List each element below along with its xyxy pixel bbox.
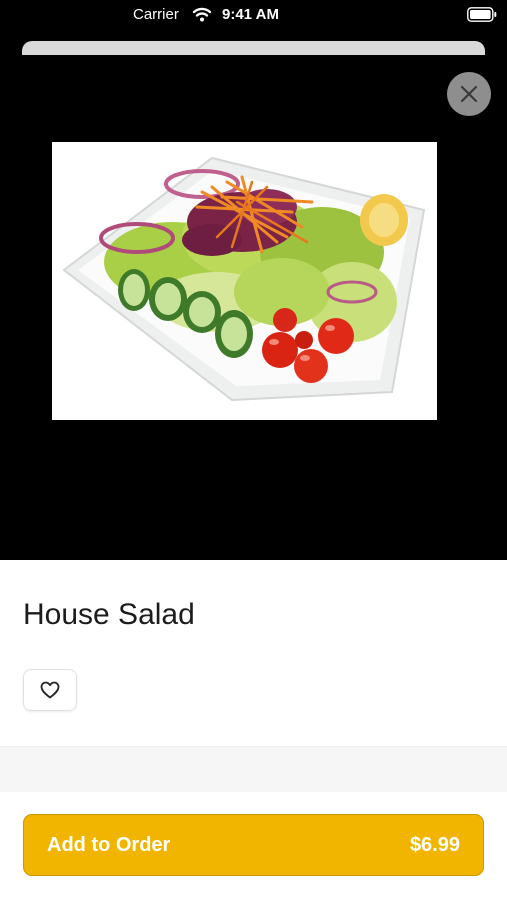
sheet-handle — [22, 41, 485, 55]
wifi-icon — [192, 7, 212, 22]
status-bar: Carrier 9:41 AM — [0, 0, 507, 32]
status-time: 9:41 AM — [222, 6, 279, 23]
item-photo — [52, 142, 437, 420]
add-to-order-button[interactable]: Add to Order $6.99 — [23, 814, 484, 876]
add-to-order-label: Add to Order — [47, 833, 171, 856]
close-button[interactable] — [447, 72, 491, 116]
item-details-panel: House Salad Add to Order $6.99 — [0, 560, 507, 900]
heart-outline-icon — [40, 681, 60, 699]
close-icon — [460, 85, 478, 103]
salad-illustration — [52, 142, 437, 420]
item-price: $6.99 — [409, 833, 460, 856]
carrier-label: Carrier — [133, 6, 179, 23]
section-divider — [0, 746, 507, 792]
favorite-button[interactable] — [23, 669, 77, 711]
item-title: House Salad — [23, 598, 195, 631]
battery-icon — [467, 7, 497, 22]
